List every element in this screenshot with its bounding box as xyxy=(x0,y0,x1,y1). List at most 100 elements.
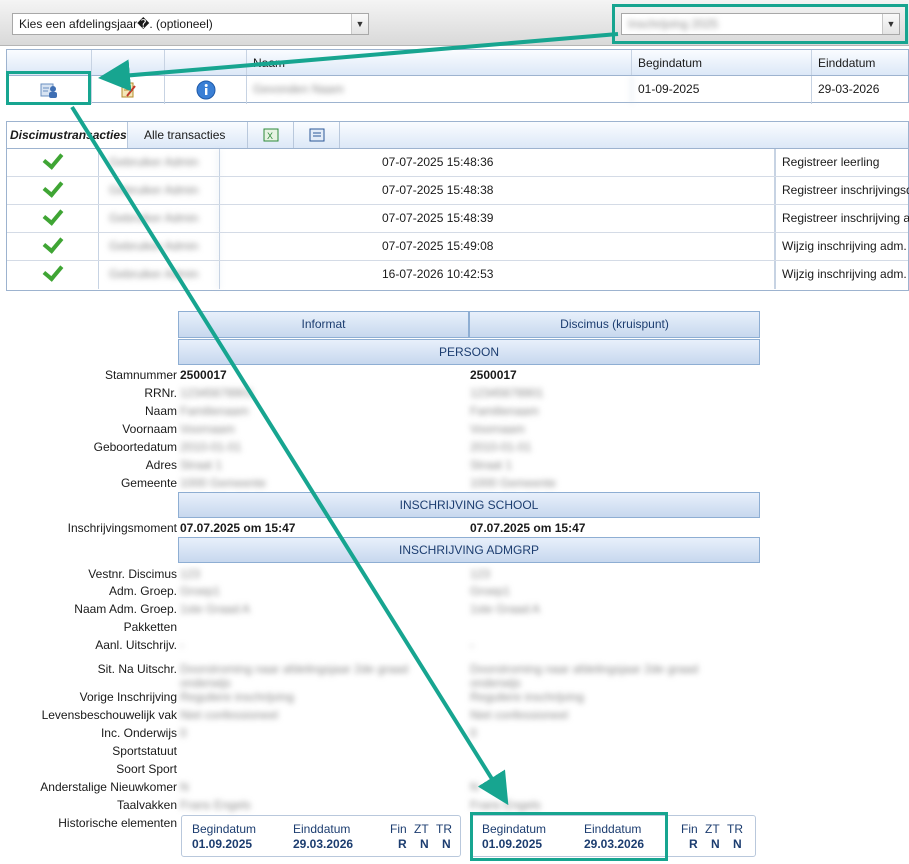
discimus-value-taalvakken: Frans Engels xyxy=(470,798,541,812)
discimus-value-stamnummer: 2500017 xyxy=(470,368,517,382)
label-geboortedatum: Geboortedatum xyxy=(93,440,177,454)
svg-text:X: X xyxy=(267,131,273,141)
label-historische: Historische elementen xyxy=(58,816,177,830)
tab-all-transactions[interactable]: Alle transacties xyxy=(128,122,248,148)
section-persoon: PERSOON xyxy=(178,339,760,365)
table-row[interactable]: Gebruiker Admin 07-07-2025 15:49:08 Wijzig… xyxy=(7,233,909,261)
informat-value-naam_admgroep: 1ste Graad A xyxy=(180,602,251,616)
annotation-highlight-detail xyxy=(6,71,91,105)
section-inschrijving-school: INSCHRIJVING SCHOOL xyxy=(178,492,760,518)
informat-value-rrnr: 12345678901 xyxy=(180,386,254,400)
discimus-value-gemeente: 1000 Gemeente xyxy=(470,476,557,490)
check-icon xyxy=(7,205,99,232)
grid-header-col2[interactable] xyxy=(92,50,165,75)
label-anderstalige: Anderstalige Nieuwkomer xyxy=(40,780,177,794)
dropdown-arrow-icon[interactable]: ▼ xyxy=(351,14,368,34)
informat-value-inc_onderwijs: 0 xyxy=(180,726,187,740)
informat-value-naam: Familienaam xyxy=(180,404,249,418)
discimus-value-voornaam: Voornaam xyxy=(470,422,525,436)
label-stamnummer: Stamnummer xyxy=(104,368,177,382)
check-icon xyxy=(7,149,99,176)
informat-value-sit_na: Doorstroming naar afdelingsjaar 2de graa… xyxy=(180,662,409,676)
informat-value-vestnr: 123 xyxy=(180,567,201,581)
label-sit_na: Sit. Na Uitschr. xyxy=(97,662,177,676)
hist-zt: N xyxy=(711,837,720,851)
hist-end-label: Einddatum xyxy=(293,822,351,836)
informat-value-adres: Straat 1 xyxy=(180,458,223,472)
word-icon[interactable] xyxy=(294,122,340,148)
transactions-grid: Gebruiker Admin 07-07-2025 15:48:36 Regist… xyxy=(6,149,909,291)
history-informat: Begindatum Einddatum Fin ZT TR 01.09.202… xyxy=(181,815,461,857)
discimus-value-vorige: Reguliere inschrijving xyxy=(470,690,585,704)
grid-header-col3[interactable] xyxy=(165,50,247,75)
label-naam_admgroep: Naam Adm. Groep. xyxy=(74,602,177,616)
informat-value-gemeente: 1000 Gemeente xyxy=(180,476,267,490)
label-voornaam: Voornaam xyxy=(122,422,177,436)
hist-tr-label: TR xyxy=(436,822,452,836)
table-row[interactable]: Gevonden Naam 01-09-2025 29-03-2026 xyxy=(7,76,908,104)
informat-value-taalvakken: Frans Engels xyxy=(180,798,251,812)
informat-value-aanl_uitschr: - xyxy=(180,638,184,652)
table-row[interactable]: Gebruiker Admin 07-07-2025 15:48:36 Regist… xyxy=(7,149,908,177)
grid-header-name[interactable]: Naam xyxy=(247,50,632,75)
label-levensbesch: Levensbeschouwelijk vak xyxy=(41,708,177,722)
excel-icon[interactable]: X xyxy=(248,122,294,148)
tx-action: Registreer inschrijving adm. groep xyxy=(775,205,909,232)
tx-action: Registreer inschrijvingsdatum xyxy=(775,177,909,204)
department-year-select[interactable]: Kies een afdelingsjaar�. (optioneel) ▼ xyxy=(12,13,369,35)
hist-begin-label: Begindatum xyxy=(192,822,257,836)
tx-action: Registreer leerling xyxy=(775,149,909,176)
hist-fin-label: Fin xyxy=(681,822,698,836)
discimus-value-rrnr: 12345678901 xyxy=(470,386,544,400)
label-inc_onderwijs: Inc. Onderwijs xyxy=(100,726,177,740)
label-sportstatuut: Sportstatuut xyxy=(112,744,177,758)
label-adres: Adres xyxy=(145,458,177,472)
discimus-value-sit_na: Doorstroming naar afdelingsjaar 2de graa… xyxy=(470,662,699,676)
tx-action: Wijzig inschrijving adm. groep xyxy=(775,233,909,260)
label-rrnr: RRNr. xyxy=(144,386,177,400)
annotation-highlight-history xyxy=(470,812,668,861)
row-end-date: 29-03-2026 xyxy=(818,82,880,96)
grid-header-end[interactable]: Einddatum xyxy=(812,50,909,75)
hist-end: 29.03.2026 xyxy=(293,837,354,851)
label-admgroep: Adm. Groep. xyxy=(108,584,177,598)
table-row[interactable]: Gebruiker Admin 07-07-2025 15:48:39 Regist… xyxy=(7,205,909,233)
hist-zt-label: ZT xyxy=(705,822,720,836)
discimus-value-anderstalige: N xyxy=(470,780,479,794)
enrollment-grid-header: Naam Begindatum Einddatum xyxy=(7,50,908,76)
column-header-informat: Informat xyxy=(178,311,469,338)
informat-value-voornaam: Voornaam xyxy=(180,422,235,436)
informat-value-admgroep: Groep1 xyxy=(180,584,221,598)
hist-zt-label: ZT xyxy=(414,822,429,836)
discimus-value-levensbesch: Niet confessioneel xyxy=(470,708,569,722)
informat-value-stamnummer: 2500017 xyxy=(180,368,227,382)
tx-datetime: 07-07-2025 15:48:39 xyxy=(219,205,775,232)
check-icon xyxy=(7,233,99,260)
column-header-discimus: Discimus (kruispunt) xyxy=(469,311,760,338)
grid-header-start[interactable]: Begindatum xyxy=(632,50,812,75)
discimus-value-geboortedatum: 2010-01-01 xyxy=(470,440,532,454)
label-vorige: Vorige Inschrijving xyxy=(79,690,177,704)
table-row[interactable]: Gebruiker Admin 16-07-2026 10:42:53 Wijzig… xyxy=(7,261,909,289)
discimus-value-aanl_uitschr: - xyxy=(470,638,474,652)
hist-tr: N xyxy=(733,837,742,851)
section-inschrijving-admgrp: INSCHRIJVING ADMGRP xyxy=(178,537,760,563)
tab-discimus-transactions[interactable]: Discimustransacties xyxy=(7,122,128,148)
info-icon[interactable] xyxy=(165,76,247,104)
tx-datetime: 16-07-2026 10:42:53 xyxy=(219,261,775,289)
hist-tr: N xyxy=(442,837,451,851)
informat-value-sit-na-line2: onderwijs xyxy=(180,676,231,690)
tx-datetime: 07-07-2025 15:48:38 xyxy=(219,177,775,204)
edit-icon[interactable] xyxy=(92,76,165,104)
tx-user: Gebruiker Admin xyxy=(99,233,219,260)
label-aanl_uitschr: Aanl. Uitschrijv. xyxy=(95,638,177,652)
label-pakketten: Pakketten xyxy=(123,620,177,634)
discimus-value-adres: Straat 1 xyxy=(470,458,513,472)
label-inschrijvingsmoment: Inschrijvingsmoment xyxy=(67,521,177,535)
tx-user: Gebruiker Admin xyxy=(99,177,219,204)
tx-user: Gebruiker Admin xyxy=(99,261,219,289)
discimus-value-admgroep: Groep1 xyxy=(470,584,511,598)
discimus-value-naam_admgroep: 1ste Graad A xyxy=(470,602,541,616)
discimus-value-vestnr: 123 xyxy=(470,567,491,581)
table-row[interactable]: Gebruiker Admin 07-07-2025 15:48:38 Regist… xyxy=(7,177,909,205)
